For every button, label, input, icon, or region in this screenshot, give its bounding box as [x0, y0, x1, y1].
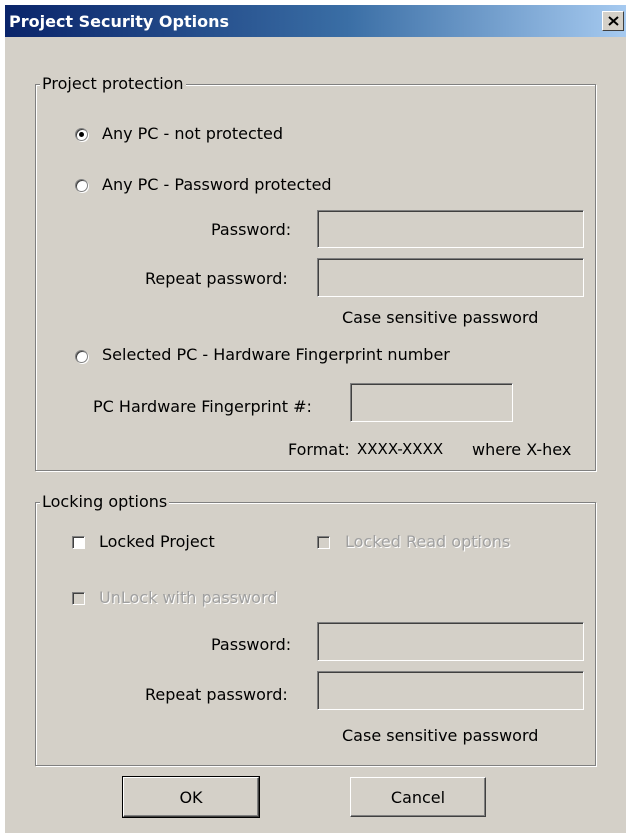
locked-project-label: Locked Project — [99, 532, 215, 551]
password-label: Password: — [211, 220, 292, 239]
unlock-with-password-label: UnLock with password — [99, 588, 278, 607]
radio-selected-pc-fingerprint[interactable] — [75, 350, 88, 363]
repeat-password-label: Repeat password: — [145, 269, 288, 288]
password-field[interactable] — [317, 210, 584, 248]
lock-password-label: Password: — [211, 635, 292, 654]
radio-any-pc-not-protected[interactable] — [75, 128, 88, 141]
close-icon — [608, 16, 619, 26]
unlock-with-password-checkbox[interactable] — [72, 592, 85, 605]
project-protection-legend: Project protection — [40, 74, 186, 94]
security-dialog: Project Security Options Project protect… — [5, 5, 626, 833]
close-button[interactable] — [602, 11, 624, 31]
cancel-button[interactable]: Cancel — [350, 777, 486, 817]
radio-label-not-protected: Any PC - not protected — [102, 124, 284, 143]
locked-read-options-checkbox[interactable] — [317, 536, 330, 549]
lock-password-field[interactable] — [317, 622, 584, 661]
locking-options-legend: Locking options — [40, 492, 170, 512]
ok-button[interactable]: OK — [122, 776, 260, 818]
case-sensitive-note: Case sensitive password — [342, 308, 539, 327]
lock-repeat-password-label: Repeat password: — [145, 685, 288, 704]
title-bar[interactable]: Project Security Options — [5, 5, 626, 37]
locked-project-checkbox[interactable] — [72, 536, 85, 549]
fingerprint-field[interactable] — [350, 383, 513, 422]
locked-read-options-label: Locked Read options — [345, 532, 511, 551]
repeat-password-field[interactable] — [317, 258, 584, 297]
format-suffix: where X-hex — [472, 440, 572, 459]
radio-label-fingerprint: Selected PC - Hardware Fingerprint numbe… — [102, 345, 450, 364]
lock-case-sensitive-note: Case sensitive password — [342, 726, 539, 745]
format-label: Format: — [288, 440, 350, 459]
lock-repeat-password-field[interactable] — [317, 671, 584, 710]
format-pattern: XXXX-XXXX — [357, 440, 444, 458]
radio-any-pc-password[interactable] — [75, 179, 88, 192]
fingerprint-label: PC Hardware Fingerprint #: — [93, 397, 312, 416]
window-title: Project Security Options — [9, 12, 230, 31]
radio-label-password: Any PC - Password protected — [102, 175, 332, 194]
